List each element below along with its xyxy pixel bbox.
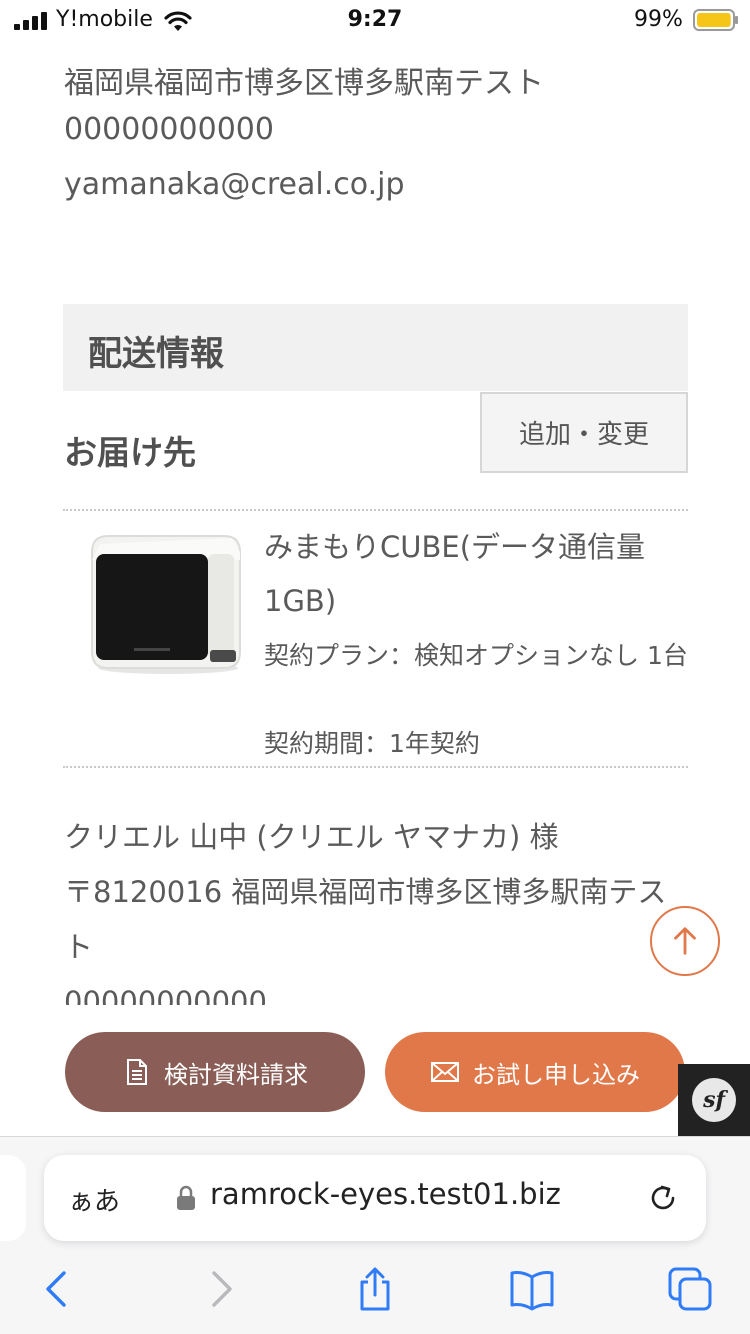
recipient-block: クリエル 山中 (クリエル ヤマナカ) 様 〒8120016 福岡県福岡市博多区… xyxy=(64,810,684,1030)
recipient-name: クリエル 山中 (クリエル ヤマナカ) 様 xyxy=(64,820,559,854)
brochure-request-label: 検討資料請求 xyxy=(164,1060,308,1089)
brochure-request-button[interactable]: 検討資料請求 xyxy=(65,1032,365,1112)
customer-address: 福岡県福岡市博多区博多駅南テスト xyxy=(64,66,544,101)
destination-label: お届け先 xyxy=(64,433,196,472)
scroll-top-button[interactable] xyxy=(650,906,720,976)
forward-icon[interactable] xyxy=(196,1265,244,1313)
debug-toolbar-toggle[interactable]: sf xyxy=(678,1064,750,1136)
product-image xyxy=(91,535,241,674)
trial-apply-button[interactable]: お試し申し込み xyxy=(385,1032,685,1112)
section-title: 配送情報 xyxy=(88,334,224,374)
customer-phone: 00000000000 xyxy=(64,112,274,147)
lock-icon xyxy=(177,1185,195,1210)
envelope-icon xyxy=(431,1062,459,1082)
back-icon[interactable] xyxy=(34,1265,82,1313)
trial-apply-label: お試し申し込み xyxy=(472,1060,640,1089)
page: Y!mobile 9:27 99% 福岡県福岡市博多区博多駅南テスト 00000… xyxy=(0,0,750,1334)
product-name: みまもりCUBE(データ通信量1GB) xyxy=(264,530,646,618)
url-text: ramrock-eyes.test01.biz xyxy=(210,1177,561,1211)
status-bar: Y!mobile 9:27 99% xyxy=(0,0,750,42)
page-settings-button[interactable]: ぁあ xyxy=(68,1181,120,1218)
bookmarks-icon[interactable] xyxy=(508,1265,556,1313)
divider xyxy=(63,766,688,768)
customer-email: yamanaka@creal.co.jp xyxy=(64,167,405,202)
battery-icon xyxy=(693,9,738,31)
product-term: 契約期間：1年契約 xyxy=(264,729,480,758)
previous-tab-preview[interactable] xyxy=(0,1155,26,1241)
shipping-section-header: 配送情報 xyxy=(63,304,688,391)
share-icon[interactable] xyxy=(351,1265,399,1313)
reload-icon[interactable] xyxy=(646,1181,680,1215)
browser-toolbar: ぁあ ramrock-eyes.test01.biz xyxy=(0,1136,750,1334)
symfony-logo-icon: sf xyxy=(692,1078,736,1122)
arrow-up-icon xyxy=(674,927,696,955)
tabs-icon[interactable] xyxy=(666,1265,714,1313)
address-bar[interactable]: ぁあ ramrock-eyes.test01.biz xyxy=(44,1155,706,1241)
document-icon xyxy=(127,1059,147,1085)
battery-percent: 99% xyxy=(634,7,683,32)
add-change-button[interactable]: 追加・変更 xyxy=(480,392,688,473)
product-plan: 契約プラン：検知オプションなし 1台 xyxy=(264,641,688,670)
recipient-address: 〒8120016 福岡県福岡市博多区博多駅南テスト xyxy=(64,875,667,964)
divider xyxy=(63,509,688,511)
